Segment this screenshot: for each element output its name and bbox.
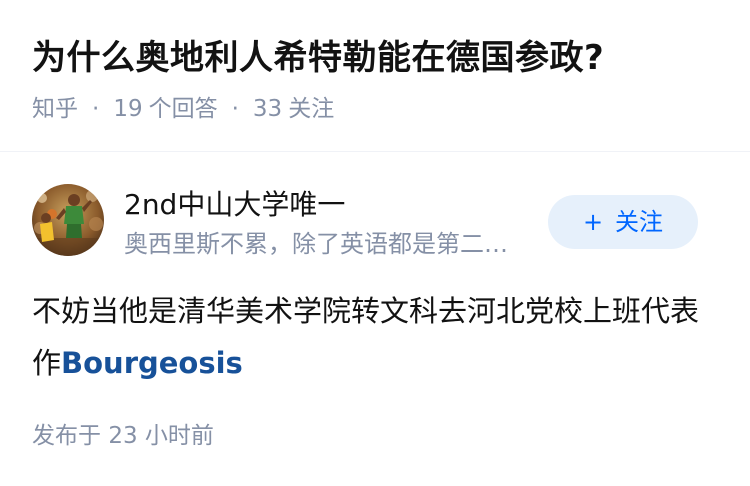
- answers-count: 19: [113, 96, 143, 122]
- avatar-image: [32, 184, 104, 256]
- separator-dot: ·: [92, 96, 100, 122]
- follow-button-label: 关注: [615, 208, 664, 236]
- answer-link[interactable]: Bourgeosis: [61, 346, 243, 380]
- follows-count: 33: [252, 96, 283, 122]
- plus-icon: +: [582, 208, 604, 236]
- answer-card: 2nd中山大学唯一 奥西里斯不累，除了英语都是第二… + 关注 不妨当他是清华美术…: [0, 152, 750, 486]
- author-bio: 奥西里斯不累，除了英语都是第二…: [124, 230, 508, 258]
- follows-label: 关注: [288, 96, 335, 122]
- time-label: 发布于: [32, 423, 101, 449]
- question-meta: 知乎 · 19 个回答 · 33 关注: [32, 93, 334, 125]
- answer-time: 发布于 23 小时前: [32, 419, 214, 453]
- follow-button[interactable]: + 关注: [548, 195, 698, 249]
- answer-content[interactable]: 不妨当他是清华美术学院转文科去河北党校上班代表作Bourgeosis: [32, 285, 718, 389]
- source-label: 知乎: [32, 96, 78, 122]
- question-header: 为什么奥地利人希特勒能在德国参政? 知乎 · 19 个回答 · 33 关注: [0, 0, 750, 152]
- author-name[interactable]: 2nd中山大学唯一: [124, 185, 345, 225]
- question-title[interactable]: 为什么奥地利人希特勒能在德国参政?: [32, 34, 604, 82]
- answers-label: 个回答: [148, 96, 218, 122]
- avatar[interactable]: [32, 184, 104, 256]
- separator-dot: ·: [231, 96, 239, 122]
- time-value: 23 小时前: [108, 423, 214, 449]
